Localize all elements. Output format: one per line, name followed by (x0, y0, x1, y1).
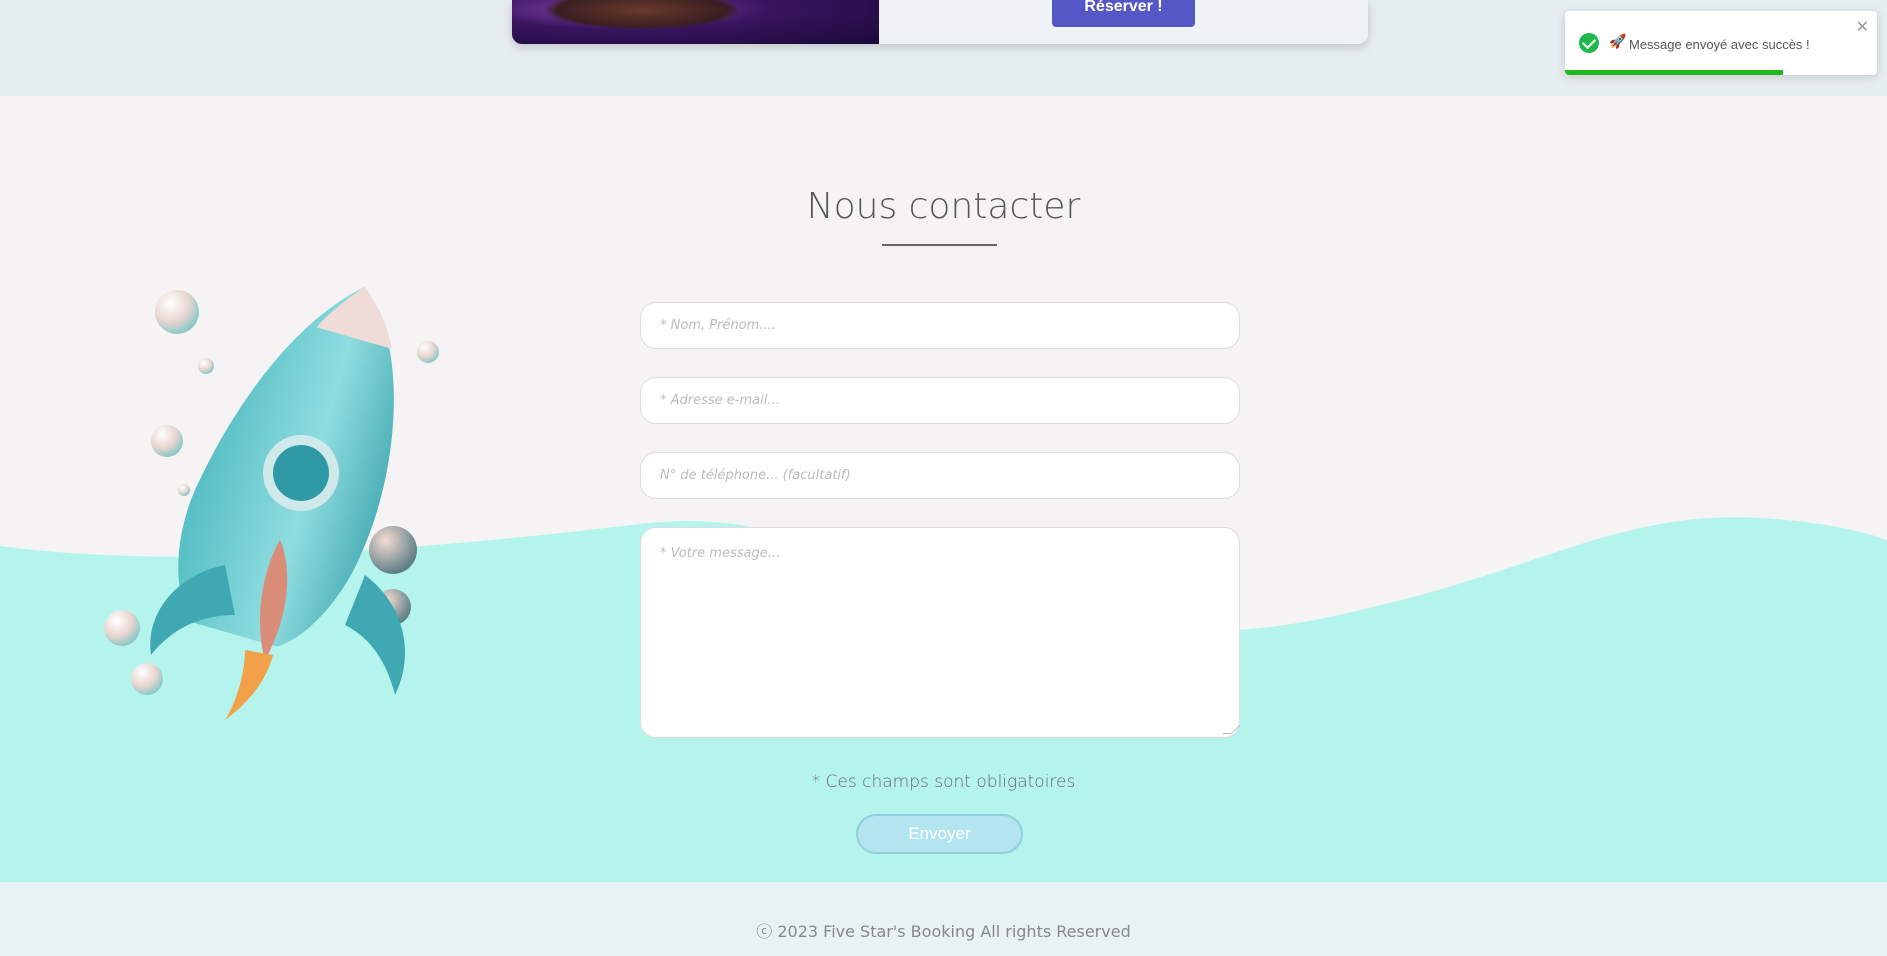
booking-card: Réserver ! (512, 0, 1368, 44)
send-button[interactable]: Envoyer (856, 814, 1023, 854)
close-icon[interactable]: ✕ (1856, 17, 1869, 37)
toast-progress-bar (1565, 70, 1784, 75)
reserve-button[interactable]: Réserver ! (1052, 0, 1195, 27)
success-toast: 🚀 Message envoyé avec succès ! ✕ (1565, 11, 1877, 75)
toast-message: Message envoyé avec succès ! (1629, 37, 1810, 52)
rocket-emoji: 🚀 (1609, 33, 1627, 49)
phone-field[interactable]: N° de téléphone... (facultatif) (640, 452, 1240, 499)
check-circle-icon (1579, 33, 1599, 53)
message-placeholder: * Votre message... (660, 546, 781, 561)
page-title: Nous contacter (806, 186, 1081, 227)
rocket-illustration (104, 286, 439, 720)
title-underline (882, 244, 997, 246)
required-note: * Ces champs sont obligatoires (811, 772, 1076, 792)
message-textarea[interactable]: * Votre message... (640, 527, 1241, 738)
name-field[interactable]: * Nom, Prénom.... (640, 302, 1240, 349)
footer: ⓒ 2023 Five Star's Booking All rights Re… (0, 882, 1887, 956)
email-field[interactable]: * Adresse e-mail... (640, 377, 1240, 424)
card-image (512, 0, 879, 44)
copyright-text: ⓒ 2023 Five Star's Booking All rights Re… (756, 922, 1131, 941)
